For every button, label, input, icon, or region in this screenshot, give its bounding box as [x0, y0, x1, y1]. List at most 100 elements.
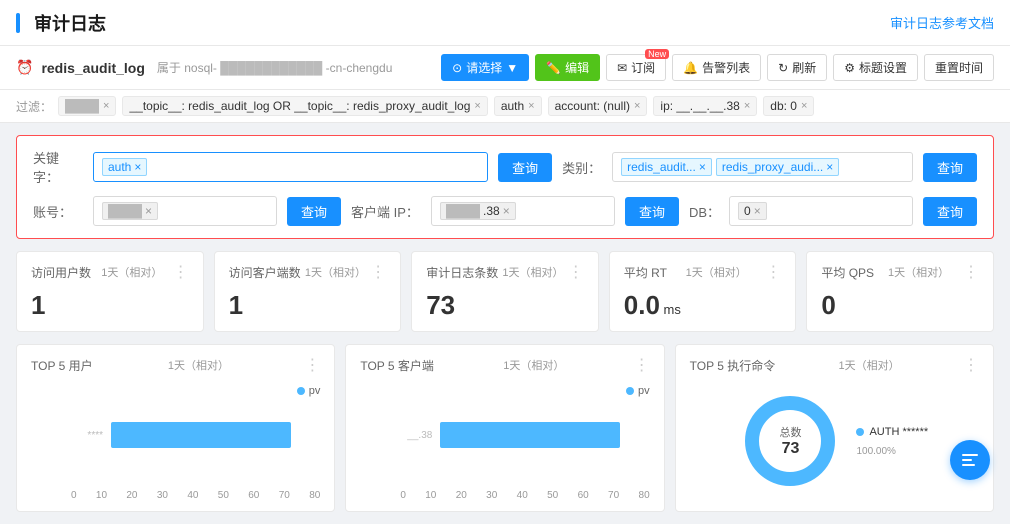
more-icon[interactable]: ⋮	[765, 262, 781, 282]
donut-total-label: 总数	[779, 424, 801, 440]
legend-label: pv	[638, 385, 650, 397]
stat-title: 平均 QPS	[821, 264, 874, 281]
x-axis: 01020304050607080	[71, 490, 320, 501]
ip-tag-close[interactable]: ×	[503, 204, 510, 218]
legend-dot	[297, 387, 305, 395]
dropdown-icon: ▼	[506, 61, 518, 75]
toolbar: ⏰ redis_audit_log 属于 nosql- ████████████…	[0, 46, 1010, 90]
keyword-tag-close[interactable]: ×	[134, 160, 141, 174]
donut-legend-label: AUTH ******	[869, 426, 928, 438]
page-header: 审计日志 审计日志参考文档	[0, 0, 1010, 46]
category-input[interactable]: redis_audit... × redis_proxy_audi... ×	[612, 152, 913, 182]
keyword-tag: auth ×	[102, 158, 147, 176]
more-icon[interactable]: ⋮	[173, 262, 189, 282]
chart-header: TOP 5 用户 1天（相对） ⋮	[31, 355, 320, 375]
charts-row: TOP 5 用户 1天（相对） ⋮ pv ****	[16, 344, 994, 512]
x-axis: 01020304050607080	[400, 490, 649, 501]
donut-legend-item: AUTH ******	[856, 426, 928, 438]
donut-pct: 100.00%	[856, 446, 928, 457]
chart-header: TOP 5 执行命令 1天（相对） ⋮	[690, 355, 979, 375]
filter-close-5[interactable]: ×	[801, 100, 807, 112]
chart-period: 1天（相对）	[839, 357, 900, 373]
account-query-btn[interactable]: 查询	[287, 197, 341, 226]
chart-card: TOP 5 用户 1天（相对） ⋮ pv ****	[16, 344, 335, 512]
category-tag-2: redis_proxy_audi... ×	[716, 158, 839, 176]
donut-chart-area: 总数 73 AUTH ****** 100.00%	[690, 381, 979, 501]
bar-area: ****	[71, 405, 320, 481]
subscribe-icon: ✉	[617, 61, 627, 75]
chart-card: TOP 5 执行命令 1天（相对） ⋮ 总数 73	[675, 344, 994, 512]
chart-period: 1天（相对）	[503, 357, 564, 373]
account-tag-close[interactable]: ×	[145, 204, 152, 218]
keyword-label: 关键字：	[33, 148, 83, 186]
chart-more-icon[interactable]: ⋮	[634, 355, 650, 375]
legend-dot	[626, 387, 634, 395]
ip-query-btn[interactable]: 查询	[625, 197, 679, 226]
chart-more-icon[interactable]: ⋮	[304, 355, 320, 375]
select-btn[interactable]: ⊙ 请选择 ▼	[441, 54, 529, 81]
stat-card: 访问用户数 1天（相对） ⋮ 1	[16, 251, 204, 332]
db-input[interactable]: 0 ×	[729, 196, 913, 226]
chart-more-icon[interactable]: ⋮	[963, 355, 979, 375]
category-query-btn[interactable]: 查询	[923, 153, 977, 182]
bar-area: __.38	[400, 405, 649, 481]
filter-tag-0: ████ ×	[58, 96, 116, 116]
stat-title: 平均 RT	[624, 264, 667, 281]
stat-card: 访问客户端数 1天（相对） ⋮ 1	[214, 251, 402, 332]
filter-close-1[interactable]: ×	[474, 100, 480, 112]
more-icon[interactable]: ⋮	[568, 262, 584, 282]
alert-btn[interactable]: 🔔 告警列表	[672, 54, 761, 81]
refresh-btn[interactable]: ↻ 刷新	[767, 54, 827, 81]
stat-card: 平均 RT 1天（相对） ⋮ 0.0 ms	[609, 251, 797, 332]
chart-period: 1天（相对）	[168, 357, 229, 373]
db-query-btn[interactable]: 查询	[923, 197, 977, 226]
stat-header: 平均 RT 1天（相对） ⋮	[624, 262, 782, 282]
filter-close-0[interactable]: ×	[103, 100, 109, 112]
new-badge: New	[645, 49, 669, 59]
keyword-input[interactable]: auth ×	[93, 152, 488, 182]
stat-title: 访问用户数	[31, 264, 91, 281]
filter-close-2[interactable]: ×	[528, 100, 534, 112]
reset-time-btn[interactable]: 重置时间	[924, 54, 994, 81]
account-label: 账号：	[33, 202, 83, 221]
page-title: 审计日志	[16, 10, 106, 36]
log-source: 属于 nosql- ████████████ -cn-chengdu	[157, 59, 392, 76]
category-label: 类别：	[562, 158, 602, 177]
filter-close-3[interactable]: ×	[634, 100, 640, 112]
filter-label: 过滤：	[16, 98, 52, 115]
label-settings-btn[interactable]: ⚙ 标题设置	[833, 54, 918, 81]
category-tag-1: redis_audit... ×	[621, 158, 712, 176]
client-ip-label: 客户端 IP：	[351, 202, 421, 221]
subscribe-btn[interactable]: ✉ 订阅 New	[606, 54, 666, 81]
doc-link[interactable]: 审计日志参考文档	[890, 13, 994, 32]
bar-chart-area: pv **** 01020304050607080	[31, 381, 320, 501]
donut-wrap: 总数 73 AUTH ****** 100.00%	[690, 381, 979, 501]
filter-close-4[interactable]: ×	[744, 100, 750, 112]
more-icon[interactable]: ⋮	[370, 262, 386, 282]
stat-value: 1	[31, 290, 189, 321]
cat-tag1-close[interactable]: ×	[699, 160, 706, 174]
donut-container: 总数 73	[740, 391, 840, 491]
stat-header: 访问客户端数 1天（相对） ⋮	[229, 262, 387, 282]
filter-tag-2: auth ×	[494, 96, 542, 116]
more-icon[interactable]: ⋮	[963, 262, 979, 282]
chart-card: TOP 5 客户端 1天（相对） ⋮ pv __.38	[345, 344, 664, 512]
stat-value: 1	[229, 290, 387, 321]
chart-title: TOP 5 客户端	[360, 357, 434, 374]
stat-header: 平均 QPS 1天（相对） ⋮	[821, 262, 979, 282]
log-icon: ⏰	[16, 59, 33, 76]
client-ip-tag: ████.38 ×	[440, 202, 516, 220]
account-input[interactable]: ████ ×	[93, 196, 277, 226]
title-text: 审计日志	[34, 10, 106, 36]
chart-header: TOP 5 客户端 1天（相对） ⋮	[360, 355, 649, 375]
search-panel: 关键字： auth × 查询 类别： redis_audit... × redi…	[16, 135, 994, 239]
stat-value: 0.0 ms	[624, 290, 782, 321]
edit-btn[interactable]: ✏️ 编辑	[535, 54, 600, 81]
float-button[interactable]	[950, 440, 990, 480]
search-row-1: 关键字： auth × 查询 类别： redis_audit... × redi…	[33, 148, 977, 186]
db-tag-close[interactable]: ×	[754, 204, 761, 218]
filter-row: 过滤： ████ × __topic__: redis_audit_log OR…	[0, 90, 1010, 123]
client-ip-input[interactable]: ████.38 ×	[431, 196, 615, 226]
keyword-query-btn[interactable]: 查询	[498, 153, 552, 182]
cat-tag2-close[interactable]: ×	[826, 160, 833, 174]
